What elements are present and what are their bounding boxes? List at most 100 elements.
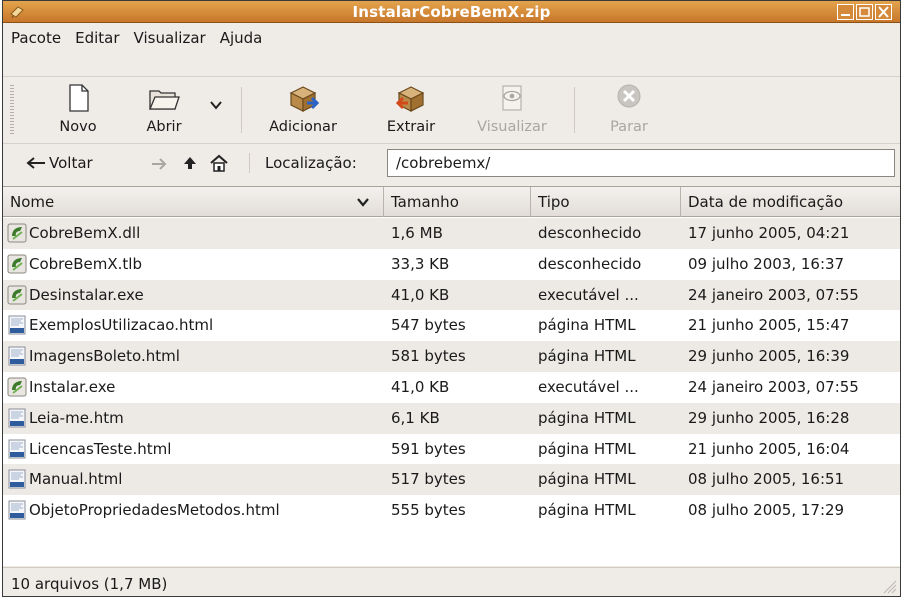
file-size: 581 bytes xyxy=(391,347,466,366)
column-header-size[interactable]: Tamanho xyxy=(384,187,531,217)
location-input[interactable] xyxy=(387,149,895,177)
file-size: 547 bytes xyxy=(391,316,466,335)
file-name: LicencasTeste.html xyxy=(29,439,172,458)
up-arrow-icon[interactable] xyxy=(182,155,198,171)
toolbar: Novo Abrir Adicionar Extrair Visualizar … xyxy=(3,76,900,144)
file-name: Instalar.exe xyxy=(29,378,116,396)
file-type: página HTML xyxy=(538,408,636,427)
stop-icon xyxy=(617,84,641,108)
file-type: página HTML xyxy=(538,347,636,366)
maximize-button[interactable] xyxy=(856,4,873,20)
html-file-icon xyxy=(8,439,26,459)
back-button[interactable]: Voltar xyxy=(25,154,93,172)
location-separator xyxy=(249,153,250,173)
file-date: 29 junho 2005, 16:39 xyxy=(688,347,850,366)
minimize-icon xyxy=(841,14,850,16)
file-type: página HTML xyxy=(538,470,636,489)
status-text: 10 arquivos (1,7 MB) xyxy=(11,575,168,593)
table-row[interactable]: Leia-me.htm 6,1 KB página HTML 29 junho 200… xyxy=(3,402,900,434)
file-size: 41,0 KB xyxy=(391,378,450,396)
new-button[interactable]: Novo xyxy=(43,81,113,141)
column-header-name-label: Nome xyxy=(10,193,55,211)
file-date: 24 janeiro 2003, 07:55 xyxy=(688,285,859,304)
back-label: Voltar xyxy=(49,154,93,172)
new-label: Novo xyxy=(59,119,97,135)
html-file-icon xyxy=(8,500,26,520)
column-header-date[interactable]: Data de modificação xyxy=(681,187,900,217)
view-label: Visualizar xyxy=(477,119,547,135)
table-row[interactable]: LicencasTeste.html 591 bytes página HTML 21… xyxy=(3,434,900,465)
table-row[interactable]: ImagensBoleto.html 581 bytes página HTML 29… xyxy=(3,341,900,372)
file-size: 517 bytes xyxy=(391,470,466,489)
add-button[interactable]: Adicionar xyxy=(253,81,353,141)
close-icon xyxy=(878,6,889,18)
file-name: CobreBemX.tlb xyxy=(29,254,142,273)
binary-file-icon xyxy=(7,223,27,243)
table-row[interactable]: CobreBemX.tlb 33,3 KB desconhecido 09 julho… xyxy=(3,249,900,280)
menu-bar: Pacote Editar Visualizar Ajuda xyxy=(3,24,900,52)
toolbar-separator xyxy=(574,87,575,133)
sort-descending-icon xyxy=(357,198,369,207)
file-name: ObjetoPropriedadesMetodos.html xyxy=(29,501,280,520)
column-header-type[interactable]: Tipo xyxy=(531,187,681,217)
forward-arrow-icon[interactable] xyxy=(150,157,168,171)
html-file-icon xyxy=(8,469,26,489)
view-eye-icon xyxy=(502,85,522,111)
toolbar-grip[interactable] xyxy=(10,85,14,135)
binary-file-icon xyxy=(7,254,27,274)
back-arrow-icon xyxy=(26,157,45,169)
file-type: executável ... xyxy=(538,378,639,396)
maximize-icon xyxy=(859,7,870,17)
resize-grip-icon[interactable] xyxy=(881,578,897,594)
table-row[interactable]: ExemplosUtilizacao.html 547 bytes página H… xyxy=(3,310,900,341)
open-label: Abrir xyxy=(146,119,182,135)
file-date: 08 julho 2005, 16:51 xyxy=(688,470,845,489)
file-list: Nome Tamanho Tipo Data de modificação Co… xyxy=(3,186,900,566)
table-row[interactable]: Desinstalar.exe 41,0 KB executável ... 24 j… xyxy=(3,279,900,311)
location-bar: Voltar Localização: xyxy=(3,144,900,182)
table-row[interactable]: CobreBemX.dll 1,6 MB desconhecido 17 junho … xyxy=(3,218,900,249)
stop-label: Parar xyxy=(610,119,648,135)
binary-file-icon xyxy=(7,285,27,305)
extract-label: Extrair xyxy=(386,119,436,135)
file-size: 41,0 KB xyxy=(391,285,450,304)
html-file-icon xyxy=(8,315,26,335)
file-size: 1,6 MB xyxy=(391,224,443,242)
file-type: executável ... xyxy=(538,285,639,304)
title-bar[interactable]: InstalarCobreBemX.zip xyxy=(3,1,900,23)
menu-pacote[interactable]: Pacote xyxy=(11,29,61,47)
file-name: Desinstalar.exe xyxy=(29,285,144,304)
open-button[interactable]: Abrir xyxy=(127,81,201,141)
file-date: 09 julho 2003, 16:37 xyxy=(688,254,845,273)
file-type: página HTML xyxy=(538,501,636,520)
file-name: ImagensBoleto.html xyxy=(29,347,180,366)
file-name: ExemplosUtilizacao.html xyxy=(29,316,214,335)
binary-file-icon xyxy=(7,377,27,397)
table-row[interactable]: Manual.html 517 bytes página HTML 08 julho … xyxy=(3,464,900,496)
table-row[interactable]: Instalar.exe 41,0 KB executável ... 24 jane… xyxy=(3,372,900,403)
column-header-name[interactable]: Nome xyxy=(3,187,384,217)
add-label: Adicionar xyxy=(269,119,337,135)
toolbar-separator xyxy=(241,87,242,133)
view-button[interactable]: Visualizar xyxy=(469,81,555,141)
minimize-button[interactable] xyxy=(837,4,854,20)
file-date: 08 julho 2005, 17:29 xyxy=(688,501,845,520)
extract-button[interactable]: Extrair xyxy=(373,81,449,141)
file-date: 17 junho 2005, 04:21 xyxy=(688,224,850,242)
window-title: InstalarCobreBemX.zip xyxy=(352,3,551,21)
table-row[interactable]: ObjetoPropriedadesMetodos.html 555 bytes p… xyxy=(3,495,900,526)
open-dropdown-chevron-icon[interactable] xyxy=(209,99,223,111)
home-icon[interactable] xyxy=(209,154,229,172)
menu-visualizar[interactable]: Visualizar xyxy=(134,29,206,47)
table-header: Nome Tamanho Tipo Data de modificação xyxy=(3,187,900,217)
open-folder-icon xyxy=(149,90,180,110)
html-file-icon xyxy=(8,346,26,366)
menu-ajuda[interactable]: Ajuda xyxy=(220,29,263,47)
file-type: desconhecido xyxy=(538,224,642,242)
file-date: 21 junho 2005, 16:04 xyxy=(688,439,850,458)
close-button[interactable] xyxy=(875,4,892,20)
menu-editar[interactable]: Editar xyxy=(75,29,119,47)
stop-button[interactable]: Parar xyxy=(591,81,667,141)
file-name: Manual.html xyxy=(29,470,123,489)
file-size: 33,3 KB xyxy=(391,254,450,273)
